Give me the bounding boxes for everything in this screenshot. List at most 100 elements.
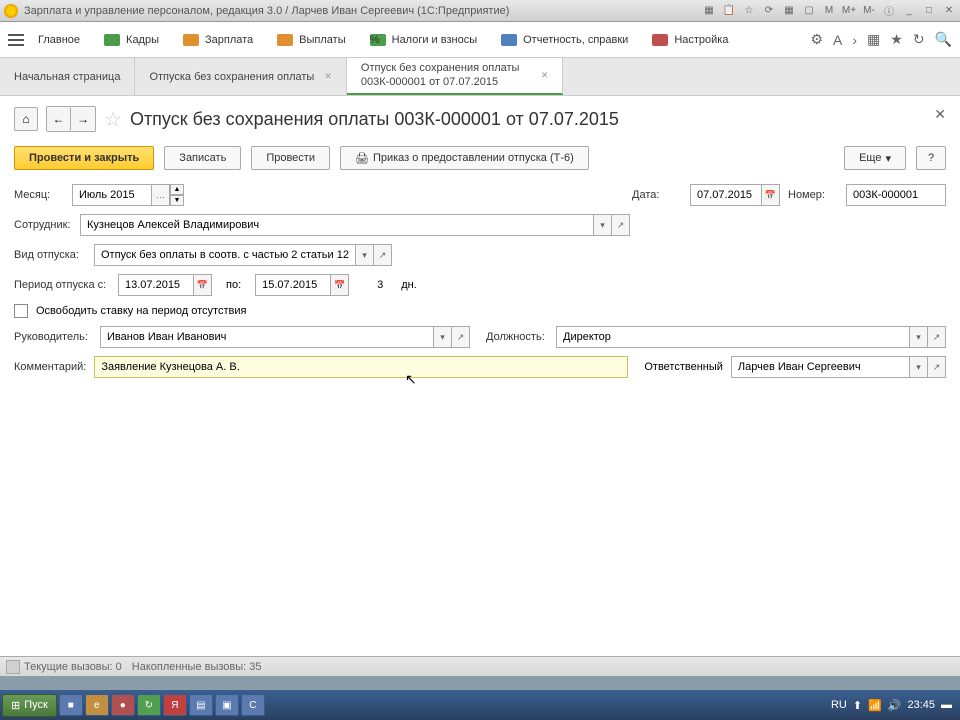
star-icon[interactable]: ★	[890, 31, 903, 48]
tray-icon[interactable]: 📶	[868, 699, 882, 712]
employee-dropdown-button[interactable]: ▾	[594, 214, 612, 236]
task-icon[interactable]: ▣	[215, 694, 239, 716]
forward-button[interactable]: →	[71, 107, 95, 131]
post-and-close-button[interactable]: Провести и закрыть	[14, 146, 154, 170]
close-icon[interactable]: ✕	[942, 4, 956, 18]
task-icon[interactable]: ●	[111, 694, 135, 716]
month-down-button[interactable]: ▼	[170, 195, 184, 206]
post-button[interactable]: Провести	[251, 146, 330, 170]
sys-icon[interactable]: ▦	[702, 4, 716, 18]
comment-input[interactable]	[94, 356, 628, 378]
sys-icon[interactable]: ▦	[782, 4, 796, 18]
print-order-button[interactable]: 🖨Приказ о предоставлении отпуска (Т-6)	[340, 146, 589, 170]
leave-type-dropdown-button[interactable]: ▾	[356, 244, 374, 266]
search-icon[interactable]: 🔍	[935, 31, 952, 48]
release-rate-checkbox[interactable]	[14, 304, 28, 318]
next-icon[interactable]: ›	[852, 32, 857, 48]
date-input[interactable]	[690, 184, 762, 206]
calendar-icon[interactable]: 📅	[762, 184, 780, 206]
print-icon: 🖨	[355, 152, 369, 165]
month-select-button[interactable]: …	[152, 184, 170, 206]
task-icon[interactable]: e	[85, 694, 109, 716]
month-input[interactable]	[72, 184, 152, 206]
menu-setup[interactable]: Настройка	[642, 30, 738, 50]
period-to-input[interactable]	[255, 274, 331, 296]
month-up-button[interactable]: ▲	[170, 184, 184, 195]
burger-icon[interactable]	[8, 34, 24, 46]
tab-leave-doc[interactable]: Отпуск без сохранения оплаты 003К-000001…	[347, 58, 564, 95]
minimize-icon[interactable]: _	[902, 4, 916, 18]
form-close-button[interactable]: ✕	[934, 106, 946, 123]
manager-dropdown-button[interactable]: ▾	[434, 326, 452, 348]
task-icon[interactable]: Я	[163, 694, 187, 716]
mouse-cursor: ↖	[405, 371, 417, 388]
gear-icon[interactable]: ⚙	[810, 31, 823, 48]
sys-icon[interactable]: 📋	[722, 4, 736, 18]
employee-label: Сотрудник:	[14, 219, 72, 231]
start-button[interactable]: ⊞Пуск	[2, 694, 57, 717]
menu-personnel[interactable]: Кадры	[94, 30, 169, 50]
menu-reports[interactable]: Отчетность, справки	[491, 30, 638, 50]
responsible-input[interactable]	[731, 356, 910, 378]
employee-open-button[interactable]: ↗	[612, 214, 630, 236]
position-dropdown-button[interactable]: ▾	[910, 326, 928, 348]
save-button[interactable]: Записать	[164, 146, 241, 170]
clock[interactable]: 23:45	[907, 699, 935, 711]
accumulated-calls: Накопленные вызовы: 35	[132, 661, 262, 673]
responsible-open-button[interactable]: ↗	[928, 356, 946, 378]
history-icon[interactable]: ↻	[913, 31, 925, 48]
task-icon[interactable]: ■	[59, 694, 83, 716]
help-button[interactable]: ?	[916, 146, 946, 170]
calendar-icon[interactable]: 📅	[194, 274, 212, 296]
calendar-icon[interactable]: 📅	[331, 274, 349, 296]
font-icon[interactable]: A	[833, 32, 842, 48]
more-button[interactable]: Еще ▾	[844, 146, 906, 170]
maximize-icon[interactable]: □	[922, 4, 936, 18]
tab-start-page[interactable]: Начальная страница	[0, 58, 135, 95]
tab-leave-list[interactable]: Отпуска без сохранения оплаты✕	[135, 58, 346, 95]
apps-icon[interactable]: ▦	[867, 31, 880, 48]
leave-type-input[interactable]	[94, 244, 356, 266]
menu-salary[interactable]: Зарплата	[173, 30, 263, 50]
number-input[interactable]	[846, 184, 946, 206]
leave-type-open-button[interactable]: ↗	[374, 244, 392, 266]
menu-main[interactable]: Главное	[28, 30, 90, 50]
lang-indicator[interactable]: RU	[831, 699, 847, 711]
sys-icon[interactable]: M	[822, 4, 836, 18]
sys-icon[interactable]: M-	[862, 4, 876, 18]
sys-icon[interactable]: ▢	[802, 4, 816, 18]
date-label: Дата:	[632, 189, 682, 201]
volume-icon[interactable]: 🔊	[888, 699, 902, 712]
favorite-star-icon[interactable]: ☆	[104, 107, 122, 132]
window-titlebar: Зарплата и управление персоналом, редакц…	[0, 0, 960, 22]
employee-input[interactable]	[80, 214, 594, 236]
leave-type-label: Вид отпуска:	[14, 249, 86, 261]
task-icon[interactable]: ↻	[137, 694, 161, 716]
sys-icon[interactable]: ☆	[742, 4, 756, 18]
menu-payments[interactable]: Выплаты	[267, 30, 355, 50]
home-button[interactable]: ⌂	[14, 107, 38, 131]
position-input[interactable]	[556, 326, 910, 348]
system-icons: ▦ 📋 ☆ ⟳ ▦ ▢ M M+ M- ⓘ _ □ ✕	[702, 4, 956, 18]
status-icon[interactable]	[6, 660, 20, 674]
salary-icon	[183, 34, 199, 46]
sys-icon[interactable]: M+	[842, 4, 856, 18]
manager-open-button[interactable]: ↗	[452, 326, 470, 348]
sys-icon[interactable]: ⓘ	[882, 4, 896, 18]
position-open-button[interactable]: ↗	[928, 326, 946, 348]
manager-input[interactable]	[100, 326, 434, 348]
menu-taxes[interactable]: %Налоги и взносы	[360, 30, 488, 50]
close-icon[interactable]: ✕	[324, 71, 332, 82]
show-desktop[interactable]: ▬	[941, 699, 952, 711]
back-button[interactable]: ←	[47, 107, 71, 131]
responsible-dropdown-button[interactable]: ▾	[910, 356, 928, 378]
task-icon[interactable]: C	[241, 694, 265, 716]
period-from-input[interactable]	[118, 274, 194, 296]
sys-icon[interactable]: ⟳	[762, 4, 776, 18]
task-icon[interactable]: ▤	[189, 694, 213, 716]
tray-icon[interactable]: ⬆	[853, 699, 862, 712]
window-title: Зарплата и управление персоналом, редакц…	[24, 5, 702, 17]
position-label: Должность:	[486, 331, 548, 343]
close-icon[interactable]: ✕	[541, 70, 549, 81]
taskbar: ⊞Пуск ■ e ● ↻ Я ▤ ▣ C RU ⬆ 📶 🔊 23:45 ▬	[0, 690, 960, 720]
